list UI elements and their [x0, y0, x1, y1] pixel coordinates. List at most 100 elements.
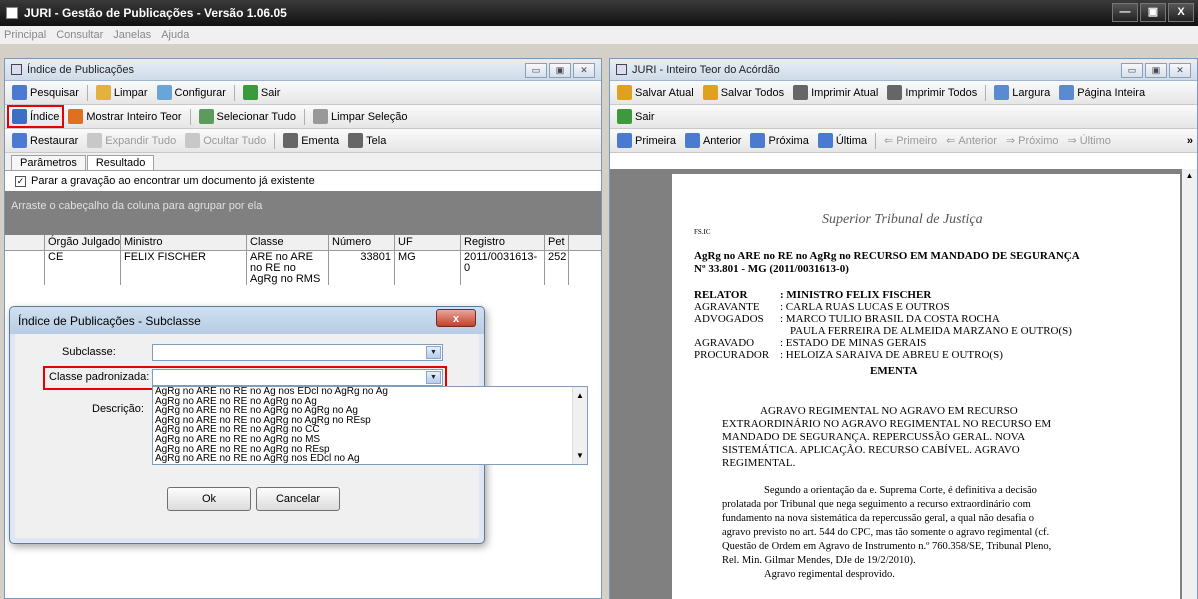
- prev-page-icon: [684, 133, 700, 148]
- pesquisar-button[interactable]: Pesquisar: [9, 83, 82, 102]
- list-scrollbar[interactable]: ▲ ▼: [572, 387, 587, 464]
- window-icon: [11, 64, 22, 75]
- app-titlebar: JURI - Gestão de Publicações - Versão 1.…: [0, 0, 1198, 26]
- configurar-button[interactable]: Configurar: [154, 83, 229, 102]
- party-row: RELATOR: MINISTRO FELIX FISCHER: [694, 289, 931, 301]
- party-role: AGRAVANTE: [694, 301, 760, 313]
- salvar-todos-button[interactable]: Salvar Todos: [700, 83, 787, 102]
- indice-button[interactable]: Índice: [6, 105, 65, 128]
- inteiro-teor-title: JURI - Inteiro Teor do Acórdão: [632, 63, 780, 76]
- child-close-button[interactable]: ✕: [1169, 63, 1191, 78]
- body-line: fundamento na nova sistemática da reperc…: [722, 513, 1034, 524]
- table-row[interactable]: CE FELIX FISCHER ARE no ARE no RE no AgR…: [5, 251, 601, 285]
- menu-principal[interactable]: Principal: [4, 29, 46, 41]
- col-ministro[interactable]: Ministro: [121, 235, 247, 250]
- chevron-down-icon[interactable]: ▼: [426, 371, 441, 384]
- mostrar-inteiro-teor-button[interactable]: Mostrar Inteiro Teor: [65, 107, 184, 126]
- ementa-button[interactable]: Ementa: [280, 131, 342, 150]
- imprimir-atual-button[interactable]: Imprimir Atual: [790, 83, 881, 102]
- indice-toolbar-2: Índice Mostrar Inteiro Teor Selecionar T…: [5, 105, 601, 129]
- ultimo-doc-button[interactable]: ⇒ Último: [1064, 132, 1113, 149]
- expandir-tudo-button[interactable]: Expandir Tudo: [84, 131, 179, 150]
- classe-padronizada-combo[interactable]: ▼: [152, 369, 443, 386]
- proxima-button[interactable]: Próxima: [747, 131, 811, 150]
- tab-parametros[interactable]: Parâmetros: [11, 155, 86, 170]
- col-registro[interactable]: Registro: [461, 235, 545, 250]
- col-numero[interactable]: Número: [329, 235, 395, 250]
- ementa-line: MANDADO DE SEGURANÇA. REPERCUSSÃO GERAL.…: [722, 431, 1026, 443]
- salvar-atual-button[interactable]: Salvar Atual: [614, 83, 697, 102]
- cancel-button[interactable]: Cancelar: [256, 487, 340, 511]
- scroll-up-icon[interactable]: ▲: [1182, 171, 1197, 180]
- col-orgao-julgador[interactable]: Órgão Julgador: [45, 235, 121, 250]
- menu-consultar[interactable]: Consultar: [56, 29, 103, 41]
- anterior-doc-button[interactable]: ⇐ Anterior: [943, 132, 1000, 149]
- app-icon: [6, 7, 18, 19]
- ultima-button[interactable]: Última: [815, 131, 870, 150]
- primeira-button[interactable]: Primeira: [614, 131, 679, 150]
- stop-checkbox[interactable]: ✓: [15, 175, 26, 187]
- party-name: : ESTADO DE MINAS GERAIS: [780, 337, 927, 349]
- primeiro-doc-button[interactable]: ⇐ Primeiro: [881, 132, 940, 149]
- largura-button[interactable]: Largura: [991, 83, 1053, 102]
- teor-toolbar-3: Primeira Anterior Próxima Última ⇐ Primei…: [610, 129, 1197, 153]
- teor-sair-button[interactable]: Sair: [614, 107, 658, 126]
- grid-header: Órgão Julgador Ministro Classe Número UF…: [5, 235, 601, 251]
- child-restore-button[interactable]: ▣: [549, 63, 571, 78]
- imprimir-todos-button[interactable]: Imprimir Todos: [884, 83, 980, 102]
- close-button[interactable]: X: [1168, 3, 1194, 22]
- cell-ministro: FELIX FISCHER: [121, 251, 247, 285]
- search-icon: [12, 85, 27, 100]
- anterior-button[interactable]: Anterior: [682, 131, 745, 150]
- body-line: prolatada por Tribunal que nega seguimen…: [722, 499, 1031, 510]
- party-row: AGRAVANTE: CARLA RUAS LUCAS E OUTROS: [694, 301, 950, 313]
- col-uf[interactable]: UF: [395, 235, 461, 250]
- printer-icon: [887, 85, 903, 100]
- document-viewer[interactable]: ▲ Superior Tribunal de Justiça FS.IC AgR…: [610, 169, 1197, 599]
- document-body: Segundo a orientação da e. Suprema Corte…: [722, 484, 1142, 582]
- case-number: Nº 33.801 - MG (2011/0031613-0): [694, 263, 849, 275]
- col-pet[interactable]: Pet: [545, 235, 569, 250]
- indice-window-titlebar: Índice de Publicações ▭ ▣ ✕: [5, 59, 601, 81]
- limpar-button[interactable]: Limpar: [93, 83, 151, 102]
- scroll-down-icon[interactable]: ▼: [573, 451, 587, 460]
- classe-dropdown-list[interactable]: AgRg no ARE no RE no Ag nos EDcl no AgRg…: [152, 386, 588, 465]
- limpar-selecao-button[interactable]: Limpar Seleção: [310, 107, 410, 126]
- maximize-button[interactable]: ▣: [1140, 3, 1166, 22]
- list-item[interactable]: AgRg no ARE no RE no AgRg nos EDcl no Ag: [153, 454, 587, 464]
- viewer-scrollbar[interactable]: ▲: [1182, 169, 1197, 599]
- pagina-inteira-button[interactable]: Página Inteira: [1056, 83, 1148, 102]
- tab-resultado[interactable]: Resultado: [86, 155, 155, 170]
- restaurar-button[interactable]: Restaurar: [9, 131, 81, 150]
- collapse-icon: [185, 133, 201, 148]
- classe-padronizada-label: Classe padronizada:: [49, 371, 150, 383]
- toolbar-overflow-icon[interactable]: »: [1187, 135, 1197, 147]
- child-minimize-button[interactable]: ▭: [1121, 63, 1143, 78]
- child-restore-button[interactable]: ▣: [1145, 63, 1167, 78]
- proximo-doc-button[interactable]: ⇒ Próximo: [1003, 132, 1062, 149]
- selecionar-tudo-button[interactable]: Selecionar Tudo: [196, 107, 300, 126]
- subclasse-dialog: Índice de Publicações - Subclasse x Subc…: [9, 306, 588, 544]
- child-close-button[interactable]: ✕: [573, 63, 595, 78]
- settings-icon: [156, 85, 172, 100]
- descricao-label: Descrição:: [92, 403, 144, 415]
- tela-button[interactable]: Tela: [345, 131, 389, 150]
- ocultar-tudo-button[interactable]: Ocultar Tudo: [182, 131, 269, 150]
- menu-ajuda[interactable]: Ajuda: [161, 29, 189, 41]
- col-classe[interactable]: Classe: [247, 235, 329, 250]
- menu-janelas[interactable]: Janelas: [113, 29, 151, 41]
- cell-orgao: CE: [45, 251, 121, 285]
- subclasse-combo[interactable]: ▼: [152, 344, 443, 361]
- scroll-up-icon[interactable]: ▲: [573, 391, 587, 400]
- inteiro-teor-titlebar: JURI - Inteiro Teor do Acórdão ▭ ▣ ✕: [610, 59, 1197, 81]
- dialog-close-button[interactable]: x: [436, 309, 476, 327]
- group-by-bar[interactable]: Arraste o cabeçalho da coluna para agrup…: [5, 191, 601, 235]
- child-minimize-button[interactable]: ▭: [525, 63, 547, 78]
- pdf-icon: [702, 85, 718, 100]
- teor-toolbar-2: Sair: [610, 105, 1197, 129]
- ok-button[interactable]: Ok: [167, 487, 251, 511]
- sair-button[interactable]: Sair: [240, 83, 284, 102]
- minimize-button[interactable]: —: [1112, 3, 1138, 22]
- printer-icon: [793, 85, 809, 100]
- chevron-down-icon[interactable]: ▼: [426, 346, 441, 359]
